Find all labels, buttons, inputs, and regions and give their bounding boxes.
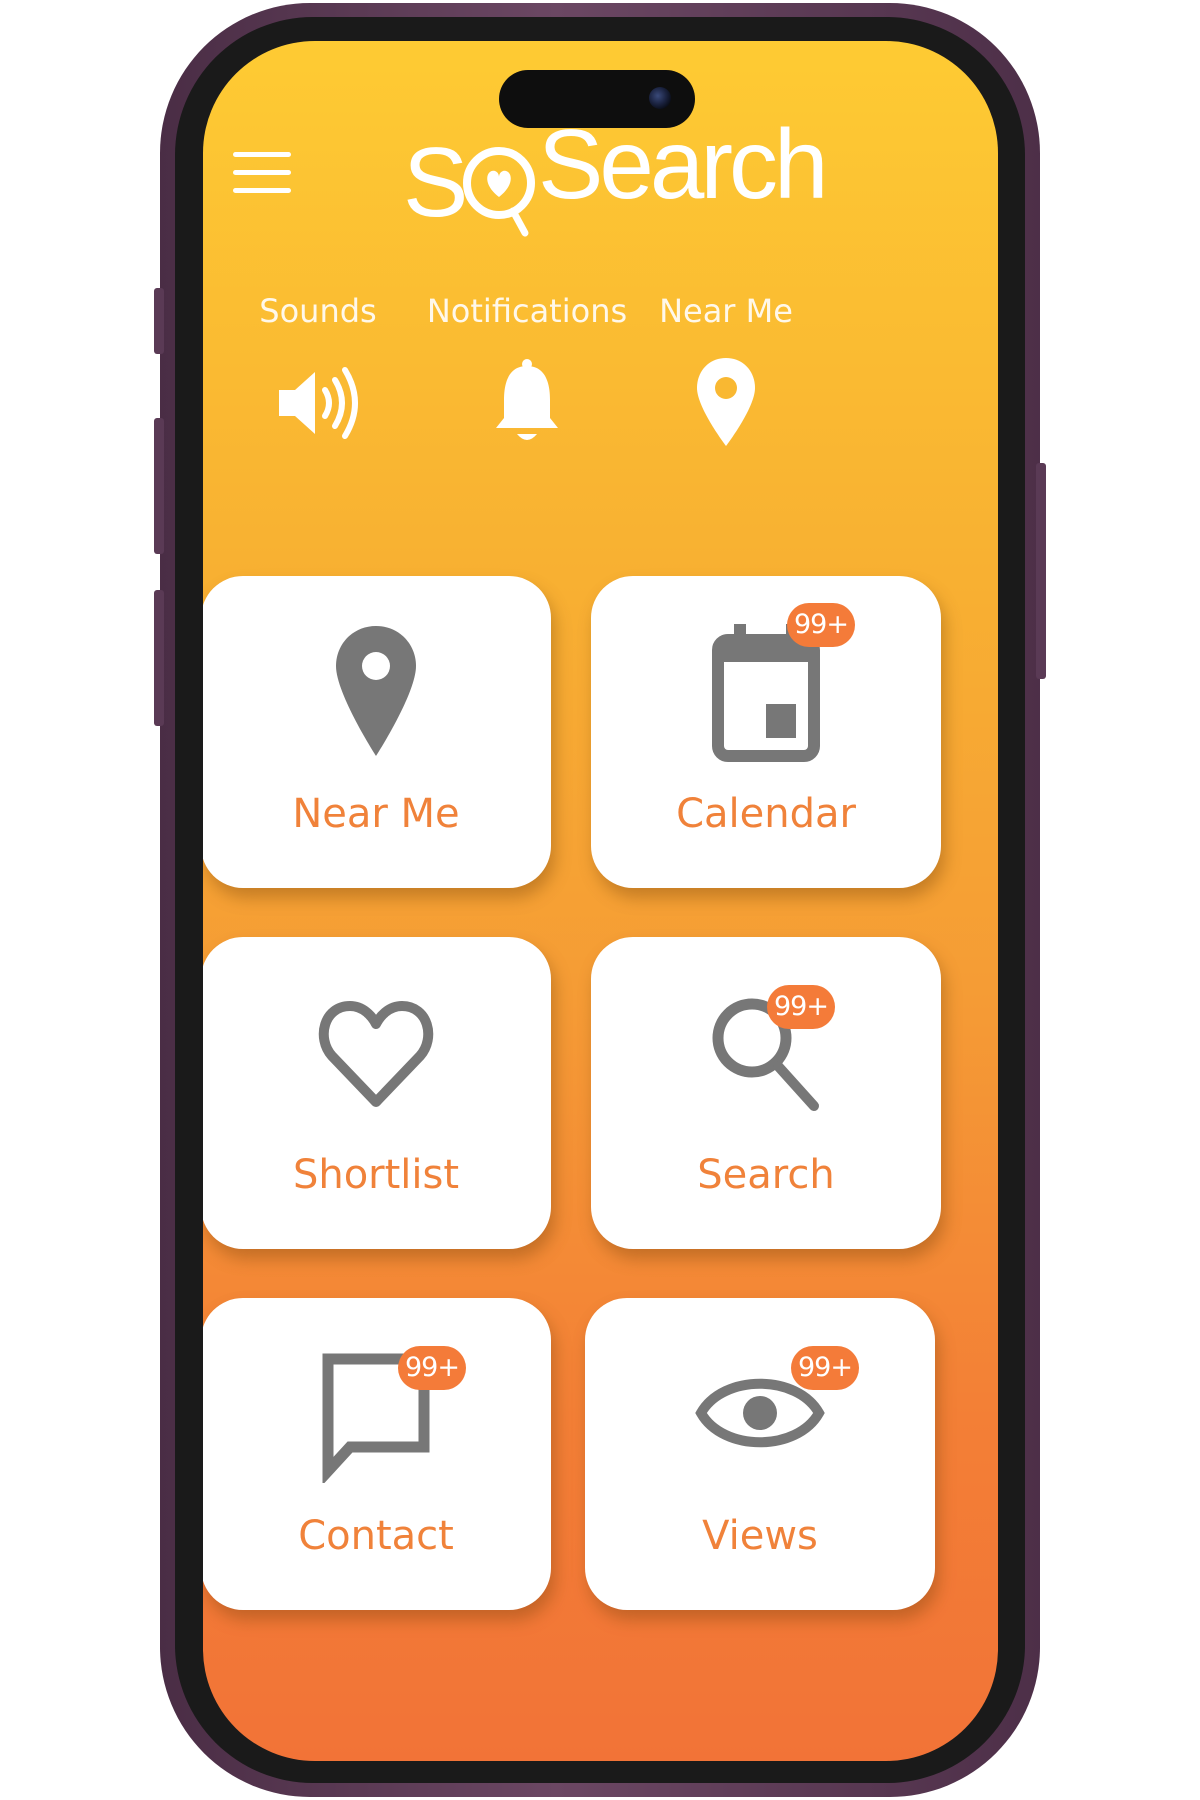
tile-views[interactable]: 99+ Views [585,1298,935,1610]
bell-icon [496,359,558,440]
heart-icon [318,1001,434,1107]
quick-action-near-me[interactable]: Near Me [621,291,831,453]
tile-label: Near Me [292,791,460,837]
phone-action-button [154,288,164,354]
badge-contact: 99+ [398,1346,466,1390]
logo-magnifier-handle [509,207,529,237]
speaker-icon [279,367,358,439]
tile-search[interactable]: 99+ Search [591,937,941,1249]
quick-action-sounds[interactable]: Sounds [213,291,423,453]
tile-label: Views [702,1513,818,1559]
location-pin-icon [697,358,755,446]
quick-action-label: Near Me [659,292,793,330]
tile-label: Search [697,1152,835,1198]
logo-letter-s: S [403,127,465,237]
quick-action-label: Sounds [259,292,377,330]
tile-label: Contact [298,1513,454,1559]
tile-shortlist[interactable]: Shortlist [203,937,551,1249]
logo-heart-icon [487,170,511,197]
phone-volume-up-button [154,418,164,554]
phone-power-button [1036,463,1046,679]
quick-action-label: Notifications [426,292,628,330]
tile-contact[interactable]: 99+ Contact [203,1298,551,1610]
quick-action-notifications[interactable]: Notifications [417,291,637,453]
tile-calendar[interactable]: 99+ Calendar [591,576,941,888]
app-logo: S Search [403,109,829,241]
phone-volume-down-button [154,590,164,726]
app-screen: S Search Sounds Notifications Near Me Ne… [203,41,998,1761]
badge-search: 99+ [767,985,835,1029]
tile-near-me[interactable]: Near Me [203,576,551,888]
tile-label: Shortlist [292,1152,460,1198]
hamburger-menu-icon[interactable] [233,152,291,194]
tile-label: Calendar [676,791,856,837]
badge-calendar: 99+ [787,603,855,647]
logo-text: Search [538,109,829,219]
badge-views: 99+ [791,1346,859,1390]
location-pin-icon [336,626,416,756]
